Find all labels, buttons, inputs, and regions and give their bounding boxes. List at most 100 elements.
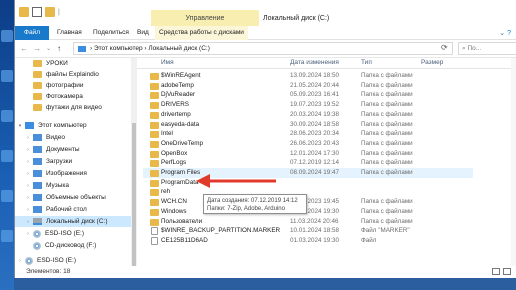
table-row[interactable]: Program Files 08.09.2024 19:47 Папка с фай…: [143, 168, 473, 178]
tab-file[interactable]: Файл: [15, 26, 49, 40]
manage-context-tab[interactable]: Управление: [151, 10, 259, 26]
sidebar-item[interactable]: › Видео: [15, 132, 131, 143]
folder-icon: [19, 7, 29, 17]
table-row[interactable]: $WINRE_BACKUP_PARTITION.MARKER 10.01.2024…: [143, 226, 473, 236]
table-row[interactable]: drivertemp 20.03.2024 19:38 Папка с файлам…: [143, 110, 473, 120]
chevron-right-icon[interactable]: ›: [25, 147, 31, 153]
desktop-shortcut-icon[interactable]: [1, 190, 13, 202]
sidebar-item[interactable]: УРОКИ: [15, 58, 131, 69]
folder-icon: [33, 60, 42, 67]
chevron-right-icon[interactable]: ›: [17, 258, 23, 264]
folder-icon: [150, 199, 159, 207]
table-row[interactable]: CE125B11D6AD 01.03.2024 19:30 Файл: [143, 236, 473, 246]
folder-icon: [33, 93, 42, 100]
downloads-icon: [33, 158, 42, 165]
table-row[interactable]: DjVuReader 05.09.2023 16:41 Папка с файлам…: [143, 90, 473, 100]
view-toggle: [492, 268, 511, 275]
sidebar-item-local-disk[interactable]: › Локальный диск (C:): [15, 216, 131, 227]
chevron-right-icon[interactable]: ›: [25, 231, 31, 237]
sidebar-item[interactable]: › ESD-ISO (E:): [15, 255, 131, 266]
file-type: Папка с файлами: [361, 81, 413, 89]
table-row[interactable]: OneDriveTemp 26.06.2023 20:43 Папка с файл…: [143, 139, 473, 149]
chevron-right-icon[interactable]: ›: [25, 159, 31, 165]
table-row[interactable]: Windows 08.09.2024 19:30 Папка с файлами: [143, 207, 473, 217]
computer-icon: [78, 45, 86, 52]
sidebar-item[interactable]: › Музыка: [15, 180, 131, 191]
sidebar-item[interactable]: файлы Explaindio: [15, 69, 131, 80]
chevron-right-icon[interactable]: ›: [25, 195, 31, 201]
sidebar-item[interactable]: фотографии: [15, 80, 131, 91]
column-header-name[interactable]: Имя: [161, 58, 174, 68]
table-row[interactable]: ProgramData: [143, 178, 473, 188]
table-row[interactable]: DRIVERS 19.07.2023 19:52 Папка с файлами: [143, 100, 473, 110]
file-date: 30.09.2024 18:58: [290, 120, 340, 128]
breadcrumb[interactable]: › Этот компьютер › Локальный диск (C:): [90, 45, 210, 52]
desktop-shortcut-icon[interactable]: [1, 230, 13, 242]
sidebar-item[interactable]: › Загрузки: [15, 156, 131, 167]
new-folder-icon[interactable]: [45, 7, 55, 17]
desktop-shortcut-icon[interactable]: [1, 30, 13, 42]
folder-icon: [33, 82, 42, 89]
chevron-right-icon[interactable]: ›: [25, 171, 31, 177]
desktop-shortcut-icon[interactable]: [1, 70, 13, 82]
taskbar-edge: [14, 278, 516, 290]
file-icon: [151, 236, 158, 245]
file-name: easyeda-data: [161, 120, 200, 128]
file-type: Папка с файлами: [361, 159, 413, 167]
details-view-icon[interactable]: [492, 268, 500, 275]
up-icon[interactable]: ↑: [57, 44, 61, 53]
folder-icon: [33, 104, 42, 111]
table-row[interactable]: OpenBox 12.01.2024 17:30 Папка с файлами: [143, 149, 473, 159]
column-header-date[interactable]: Дата изменения: [290, 58, 339, 68]
column-header-size[interactable]: Размер: [421, 58, 443, 68]
column-header-type[interactable]: Тип: [361, 58, 372, 68]
address-bar[interactable]: › Этот компьютер › Локальный диск (C:): [73, 42, 453, 55]
tab-drive-tools[interactable]: Средства работы с дисками: [155, 26, 248, 40]
file-list-scrollbar[interactable]: [511, 58, 516, 266]
desktop-shortcut-icon[interactable]: [1, 110, 13, 122]
table-row[interactable]: reh: [143, 187, 473, 197]
sidebar-item[interactable]: › Рабочий стол: [15, 204, 131, 215]
file-name: drivertemp: [161, 110, 191, 118]
table-row[interactable]: Intel 28.06.2023 20:34 Папка с файлами: [143, 129, 473, 139]
desktop-shortcut-icon[interactable]: [1, 150, 13, 162]
chevron-right-icon[interactable]: ›: [25, 135, 31, 141]
folder-icon: [150, 102, 159, 110]
file-date: 08.09.2024 19:47: [290, 169, 340, 176]
sidebar-item-this-pc[interactable]: ▾ Этот компьютер: [15, 120, 131, 131]
sidebar-item[interactable]: › Объемные объекты: [15, 192, 131, 203]
file-type: Папка с файлами: [361, 72, 413, 79]
chevron-down-icon[interactable]: ▾: [17, 123, 23, 129]
file-name: OpenBox: [161, 149, 188, 157]
sidebar-item[interactable]: Фотокамера: [15, 91, 131, 102]
tab-view[interactable]: Вид: [133, 26, 153, 40]
chevron-right-icon[interactable]: ›: [25, 183, 31, 189]
table-row[interactable]: WCH.CN 27.06.2023 19:45 Папка с файлами: [143, 197, 473, 207]
back-icon[interactable]: ←: [20, 44, 28, 53]
tab-share[interactable]: Поделиться: [89, 26, 133, 40]
table-row[interactable]: adobeTemp 21.05.2024 20:44 Папка с файлами: [143, 81, 473, 91]
sidebar-item[interactable]: › Изображения: [15, 168, 131, 179]
sidebar-item[interactable]: CD-дисковод (F:): [15, 240, 131, 251]
explorer-window: | Управление Локальный диск (C:) Файл Гл…: [14, 0, 516, 290]
sidebar-item[interactable]: › Документы: [15, 144, 131, 155]
sidebar-item[interactable]: › ESD-ISO (E:): [15, 228, 131, 239]
tab-home[interactable]: Главная: [53, 26, 86, 40]
sidebar-item[interactable]: футажи для видео: [15, 102, 131, 113]
properties-icon[interactable]: [32, 7, 42, 17]
table-row[interactable]: $WinREAgent 13.09.2024 18:50 Папка с файла…: [143, 71, 473, 81]
table-row[interactable]: easyeda-data 30.09.2024 18:58 Папка с файл…: [143, 120, 473, 130]
scrollbar-thumb[interactable]: [132, 123, 136, 273]
search-input[interactable]: ⌕ По...: [458, 42, 516, 55]
folder-icon: [150, 131, 159, 139]
chevron-down-icon[interactable]: ⌄ ?: [499, 29, 511, 37]
forward-icon[interactable]: →: [33, 44, 41, 53]
table-row[interactable]: PerfLogs 07.12.2019 12:14 Папка с файлами: [143, 158, 473, 168]
chevron-right-icon[interactable]: ›: [25, 207, 31, 213]
table-row[interactable]: Пользователи 11.03.2024 20:46 Папка с файл…: [143, 217, 473, 227]
chevron-right-icon[interactable]: ›: [25, 219, 31, 225]
refresh-icon[interactable]: ⟳: [441, 43, 448, 52]
chevron-down-icon[interactable]: ⌄: [46, 45, 51, 52]
navigation-pane: УРОКИ файлы Explaindio фотографии Фотока…: [15, 58, 137, 266]
large-icons-view-icon[interactable]: [503, 268, 511, 275]
